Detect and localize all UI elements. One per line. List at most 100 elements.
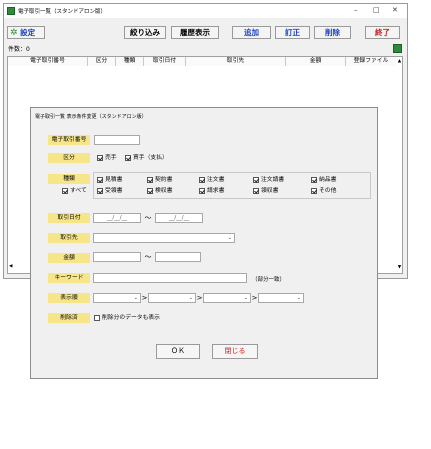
checkbox-icon xyxy=(199,177,205,183)
close-dialog-button[interactable]: 閉じる xyxy=(212,344,258,359)
keyword-input[interactable] xyxy=(93,273,247,283)
checkbox-label: 領収書 xyxy=(261,188,279,194)
export-icon[interactable] xyxy=(393,44,402,53)
category-buyer-checkbox[interactable]: 買手（支払） xyxy=(125,154,168,163)
checkbox-icon xyxy=(147,177,153,183)
settings-button[interactable]: ✲ 設定 xyxy=(7,26,45,39)
close-button[interactable]: ✕ xyxy=(392,6,398,14)
checkbox-icon xyxy=(97,188,103,194)
checkbox-icon xyxy=(253,188,259,194)
kind-checkbox[interactable]: 領収書 xyxy=(253,187,278,196)
amount-separator: ～ xyxy=(144,253,152,261)
ok-button[interactable]: ＯＫ xyxy=(156,344,200,359)
column-header[interactable]: 取引先 xyxy=(186,57,286,66)
keyword-hint: （部分一致） xyxy=(252,277,286,283)
checkbox-icon xyxy=(147,188,153,194)
date-from-input[interactable]: __/__/__ xyxy=(93,213,141,223)
partner-select[interactable]: ⌄ xyxy=(93,233,235,243)
maximize-button[interactable]: □ xyxy=(373,6,380,14)
column-header[interactable]: 種類 xyxy=(116,57,144,66)
partner-label: 取引先 xyxy=(48,233,90,243)
order-label: 表示順 xyxy=(48,293,90,303)
checkbox-label: 注文書 xyxy=(207,177,225,183)
checkbox-icon xyxy=(94,315,100,321)
date-separator: ～ xyxy=(144,214,152,222)
kind-checkbox[interactable]: 注文請書 xyxy=(253,176,284,185)
kind-label: 種類 xyxy=(48,174,90,184)
order-separator: > xyxy=(196,294,203,302)
checkbox-label: 納品書 xyxy=(319,177,337,183)
chevron-down-icon: ⌄ xyxy=(188,295,193,301)
delete-button[interactable]: 削除 xyxy=(314,26,351,39)
exit-button[interactable]: 終了 xyxy=(365,26,400,39)
main-window-title: 電子取引一覧（スタンドアロン版） xyxy=(18,9,107,15)
order-separator: > xyxy=(251,294,258,302)
checkbox-icon xyxy=(253,177,259,183)
checkbox-label: 削除分のデータも表示 xyxy=(102,315,160,321)
amount-label: 金額 xyxy=(48,253,90,263)
kind-checkbox[interactable]: 請求書 xyxy=(199,187,224,196)
checkbox-label: 買手（支払） xyxy=(133,155,168,161)
kind-all-checkbox[interactable]: すべて xyxy=(62,187,87,196)
kind-checkbox[interactable]: 納品書 xyxy=(311,176,336,185)
order-select-1[interactable]: ⌄ xyxy=(93,293,141,303)
correct-button[interactable]: 訂正 xyxy=(275,26,310,39)
category-label: 区分 xyxy=(48,153,90,163)
checkbox-icon xyxy=(97,177,103,183)
checkbox-icon xyxy=(125,155,131,161)
scroll-left-icon[interactable]: ◀ xyxy=(9,264,12,269)
history-button[interactable]: 履歴表示 xyxy=(171,26,219,39)
order-select-3[interactable]: ⌄ xyxy=(203,293,251,303)
kind-checkbox[interactable]: その他 xyxy=(311,187,336,196)
order-select-2[interactable]: ⌄ xyxy=(148,293,196,303)
scroll-up-icon[interactable]: ▲ xyxy=(396,57,403,66)
deleted-label: 削除済 xyxy=(48,313,90,323)
checkbox-label: 契約書 xyxy=(155,177,173,183)
chevron-down-icon: ⌄ xyxy=(227,235,232,241)
column-header[interactable]: 取引日付 xyxy=(144,57,186,66)
checkbox-label: 注文請書 xyxy=(261,177,285,183)
order-select-4[interactable]: ⌄ xyxy=(258,293,304,303)
column-header[interactable]: 電子取引番号 xyxy=(8,57,88,66)
show-deleted-checkbox[interactable]: 削除分のデータも表示 xyxy=(94,314,160,323)
main-title-bar: 電子取引一覧（スタンドアロン版） – □ ✕ xyxy=(4,4,407,18)
add-button[interactable]: 追加 xyxy=(232,26,271,39)
date-to-input[interactable]: __/__/__ xyxy=(155,213,203,223)
checkbox-label: その他 xyxy=(319,188,337,194)
amount-to-input[interactable] xyxy=(155,252,201,262)
narrow-button[interactable]: 絞り込み xyxy=(124,26,166,39)
dialog-title: 電子取引一覧 表示条件変更（スタンドアロン版） xyxy=(35,114,147,120)
column-header[interactable]: 登録ファイル xyxy=(346,57,396,66)
checkbox-icon xyxy=(97,155,103,161)
chevron-down-icon: ⌄ xyxy=(296,295,301,301)
category-seller-checkbox[interactable]: 売手 xyxy=(97,154,117,163)
checkbox-icon xyxy=(311,177,317,183)
column-header[interactable]: 区分 xyxy=(88,57,116,66)
scroll-down-icon[interactable]: ▼ xyxy=(396,263,403,272)
checkbox-label: 売手 xyxy=(105,155,117,161)
checkbox-label: すべて xyxy=(70,188,87,194)
chevron-down-icon: ⌄ xyxy=(133,295,138,301)
checkbox-label: 受領書 xyxy=(105,188,123,194)
checkbox-icon xyxy=(62,188,68,194)
app-icon xyxy=(7,7,15,15)
column-header[interactable]: 金額 xyxy=(286,57,346,66)
filter-dialog: 電子取引一覧 表示条件変更（スタンドアロン版） 電子取引番号 区分 売手 買手（… xyxy=(30,107,378,379)
kind-checkbox[interactable]: 見積書 xyxy=(97,176,122,185)
settings-label: 設定 xyxy=(20,28,36,37)
number-label: 電子取引番号 xyxy=(48,135,90,145)
checkbox-label: 見積書 xyxy=(105,177,123,183)
gear-icon: ✲ xyxy=(10,28,18,38)
kind-checkbox[interactable]: 受領書 xyxy=(97,187,122,196)
number-input[interactable] xyxy=(94,135,140,145)
amount-from-input[interactable] xyxy=(93,252,141,262)
record-count: 件数：0 xyxy=(8,46,30,53)
checkbox-icon xyxy=(311,188,317,194)
kind-checkbox[interactable]: 注文書 xyxy=(199,176,224,185)
chevron-down-icon: ⌄ xyxy=(243,295,248,301)
keyword-label: キーワード xyxy=(48,273,90,283)
kind-checkbox[interactable]: 検収書 xyxy=(147,187,172,196)
kind-checkbox[interactable]: 契約書 xyxy=(147,176,172,185)
checkbox-icon xyxy=(199,188,205,194)
minimize-button[interactable]: – xyxy=(354,6,358,14)
